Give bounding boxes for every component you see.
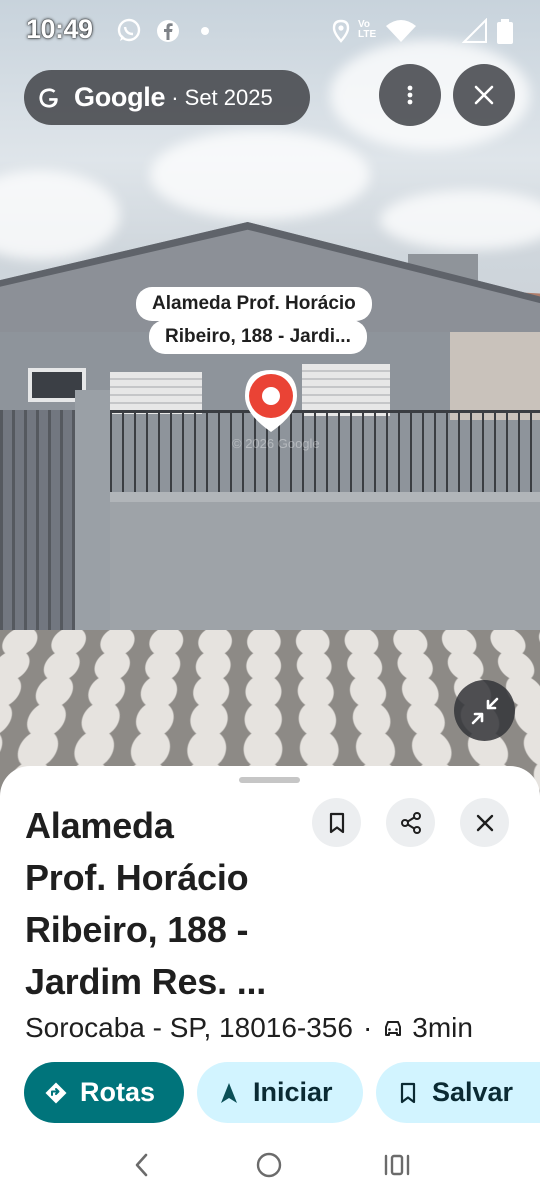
- home-circle-icon: [256, 1152, 282, 1178]
- wifi-icon: [384, 18, 418, 44]
- close-sheet-button[interactable]: [460, 798, 509, 847]
- status-bar: 10:49 Vo LTE: [0, 0, 540, 62]
- back-button[interactable]: [125, 1148, 159, 1182]
- facebook-icon: [155, 18, 181, 44]
- separator: ·: [362, 1012, 373, 1043]
- car-icon: [385, 1021, 402, 1036]
- home-button[interactable]: [252, 1148, 286, 1182]
- place-subtitle: Sorocaba - SP, 18016-356 · 3min: [25, 1012, 473, 1044]
- location-label-line2: Ribeiro, 188 - Jardi...: [149, 320, 367, 354]
- close-icon: [474, 85, 494, 105]
- routes-button[interactable]: Rotas: [24, 1062, 184, 1123]
- location-label-line1: Alameda Prof. Horácio: [136, 287, 372, 321]
- routes-label: Rotas: [80, 1077, 156, 1107]
- street-view-source-pill[interactable]: Google · Set 2025: [24, 70, 310, 125]
- signal-icon: [461, 17, 488, 44]
- bookmark-icon: [329, 812, 344, 833]
- share-button[interactable]: [386, 798, 435, 847]
- more-vert-icon: [407, 85, 413, 105]
- save-label: Salvar: [432, 1077, 514, 1107]
- battery-icon: [494, 18, 520, 44]
- place-title-line: Prof. Horácio: [25, 857, 249, 898]
- close-icon: [476, 814, 493, 831]
- capture-date: · Set 2025: [171, 84, 273, 110]
- share-icon: [400, 811, 421, 834]
- start-navigation-button[interactable]: Iniciar: [197, 1062, 363, 1123]
- back-chevron-icon: [135, 1153, 148, 1177]
- dot-icon: [196, 18, 222, 44]
- volte-icon: Vo LTE: [358, 19, 377, 40]
- brand-label: Google: [74, 82, 166, 112]
- recents-button[interactable]: [380, 1148, 414, 1182]
- system-navigation-bar: [0, 1130, 540, 1200]
- whatsapp-icon: [116, 18, 142, 44]
- place-title-line: Ribeiro, 188 -: [25, 909, 249, 950]
- google-g-icon: [39, 87, 58, 108]
- place-title: Alameda Prof. Horácio Ribeiro, 188 - Jar…: [25, 800, 305, 1008]
- close-street-view-button[interactable]: [453, 64, 515, 126]
- clock: 10:49: [26, 14, 93, 44]
- exit-fullscreen-button[interactable]: [454, 680, 515, 741]
- drag-handle[interactable]: [239, 777, 300, 783]
- recents-icon: [384, 1154, 410, 1176]
- collapse-arrows-icon: [471, 697, 498, 724]
- bookmark-button[interactable]: [312, 798, 361, 847]
- travel-time: 3min: [412, 1012, 473, 1043]
- place-title-line: Jardim Res. ...: [25, 961, 267, 1002]
- location-pin-icon[interactable]: [243, 368, 299, 434]
- bookmark-icon: [400, 1082, 416, 1103]
- watermark: © 2026 Google: [232, 436, 320, 451]
- more-options-button[interactable]: [379, 64, 441, 126]
- place-title-line: Alameda: [25, 805, 174, 846]
- start-label: Iniciar: [253, 1077, 333, 1107]
- address-text: Sorocaba - SP, 18016-356: [25, 1012, 353, 1043]
- navigation-arrow-icon: [221, 1082, 237, 1103]
- save-button[interactable]: Salvar: [376, 1062, 540, 1123]
- location-icon: [328, 18, 354, 44]
- directions-icon: [45, 1082, 67, 1103]
